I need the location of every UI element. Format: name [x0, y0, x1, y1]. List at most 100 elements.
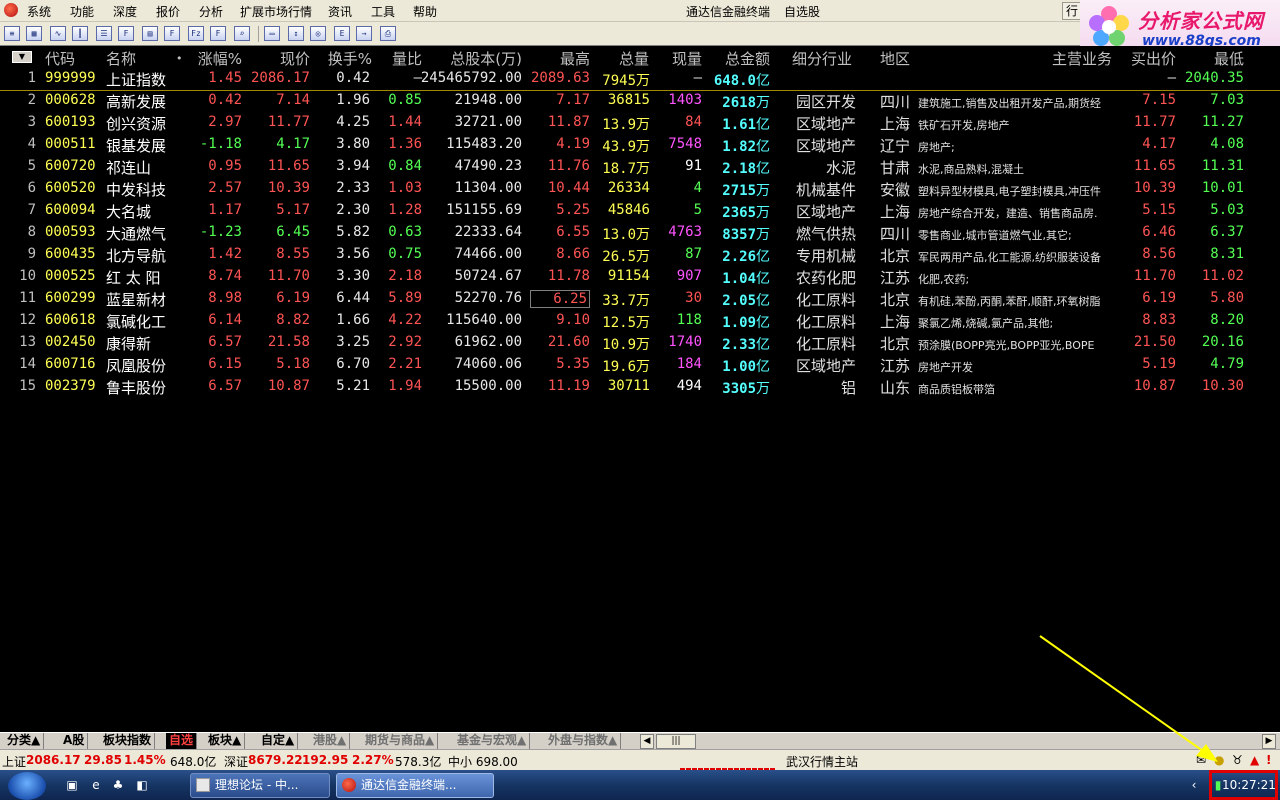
total-volume: 12.5万 [598, 312, 650, 332]
sort-icon[interactable]: ↕ [288, 26, 304, 41]
table-row[interactable]: 12 600618 氯碱化工 6.14 8.82 1.66 4.22 115640.00 9.1… [0, 310, 1280, 332]
app-quicklaunch-icon[interactable]: ♣ [110, 777, 126, 793]
candle-icon[interactable]: ┃ [72, 26, 88, 41]
turnover-rate: 6.70 [336, 356, 370, 372]
ie-browser-icon[interactable]: e [88, 777, 104, 793]
total-amount-value: 2365 [722, 205, 756, 221]
current-volume: 1403 [668, 92, 702, 108]
table-row[interactable]: 1 999999 上证指数 1.45 2086.17 0.42—245465792.00 2… [0, 68, 1280, 90]
menu-depth[interactable]: 深度 [113, 3, 137, 20]
f10-icon[interactable]: F [164, 26, 180, 41]
table-row[interactable]: 4 000511 银基发展 -1.18 4.17 3.80 1.36 115483.20 4.1… [0, 134, 1280, 156]
print-icon[interactable]: ⎙ [380, 26, 396, 41]
col-high[interactable]: 最高 [540, 48, 590, 69]
industry: 机械基件 [795, 181, 856, 199]
col-current-volume[interactable]: 现量 [660, 48, 702, 69]
menu-analysis[interactable]: 分析 [199, 3, 223, 20]
line-chart-icon[interactable]: ∿ [50, 26, 66, 41]
list-icon[interactable]: ≡ [4, 26, 20, 41]
col-industry[interactable]: 细分行业 [792, 48, 852, 69]
alert-icon[interactable]: ▲ [1250, 753, 1259, 767]
menu-quote[interactable]: 报价 [156, 3, 180, 20]
fiz-icon[interactable]: Fz [188, 26, 204, 41]
col-low[interactable]: 最低 [1190, 48, 1244, 69]
menu-system[interactable]: 系统 [27, 3, 51, 20]
start-button[interactable] [8, 772, 46, 800]
col-volume-ratio[interactable]: 量比 [380, 48, 422, 69]
lock-icon[interactable]: ● [1214, 753, 1224, 767]
export-icon[interactable]: → [356, 26, 372, 41]
tab-sector[interactable]: 板块▲ [205, 733, 246, 749]
table-row[interactable]: 13 002450 康得新 6.57 21.58 3.25 2.92 61962.00 21.6… [0, 332, 1280, 354]
col-region[interactable]: 地区 [880, 48, 910, 69]
menu-extended-market[interactable]: 扩展市场行情 [240, 3, 312, 20]
warning-icon[interactable]: ! [1266, 753, 1271, 767]
scroll-right-button[interactable]: ▶ [1262, 734, 1276, 749]
doc-icon[interactable]: ▤ [142, 26, 158, 41]
table-row[interactable]: 6 600520 中发科技 2.57 10.39 2.33 1.03 11304.00 10.4… [0, 178, 1280, 200]
table-row[interactable]: 15 002379 鲁丰股份 6.57 10.87 5.21 1.94 15500.00 11.… [0, 376, 1280, 398]
task-forum[interactable]: 理想论坛 - 中... [190, 773, 330, 798]
sort-toggle-button[interactable]: ▼ [12, 51, 32, 63]
total-amount-unit: 万 [756, 95, 770, 111]
server-name[interactable]: 武汉行情主站 [786, 753, 858, 770]
total-shares: 52270.76 [454, 290, 522, 306]
grid-icon[interactable]: ▦ [26, 26, 42, 41]
col-amount[interactable]: 总金额 [710, 48, 770, 69]
folder-icon[interactable]: ▭ [264, 26, 280, 41]
menu-tools[interactable]: 工具 [371, 3, 395, 20]
col-price[interactable]: 现价 [258, 48, 310, 69]
stock-code: 600435 [45, 246, 96, 262]
tab-funds-macro[interactable]: 基金与宏观▲ [454, 733, 531, 749]
tab-foreign-indices[interactable]: 外盘与指数▲ [545, 733, 622, 749]
quicklaunch-icon[interactable]: ◧ [134, 777, 150, 793]
table-row[interactable]: 2 000628 高新发展 0.42 7.14 1.96 0.85 21948.00 7.17 3… [0, 90, 1280, 112]
table-row[interactable]: 14 600716 凤凰股份 6.15 5.18 6.70 2.21 74060.06 5.35… [0, 354, 1280, 376]
tab-a-shares[interactable]: A股 [60, 733, 89, 749]
table-row[interactable]: 5 600720 祁连山 0.95 11.65 3.94 0.84 47490.23 11.76… [0, 156, 1280, 178]
table-row[interactable]: 8 000593 大通燃气 -1.23 6.45 5.82 0.63 22333.64 6.55… [0, 222, 1280, 244]
menu-news[interactable]: 资讯 [328, 3, 352, 20]
table-row[interactable]: 7 600094 大名城 1.17 5.17 2.30 1.28 151155.69 5.25 4… [0, 200, 1280, 222]
col-turnover[interactable]: 换手% [320, 48, 372, 69]
system-clock[interactable]: 10:27:21 [1222, 778, 1276, 792]
report-icon[interactable]: ☰ [96, 26, 112, 41]
fio-icon[interactable]: F [118, 26, 134, 41]
table-row[interactable]: 11 600299 蓝星新材 8.98 6.19 6.44 5.89 52270.76 6.25… [0, 288, 1280, 310]
table-row[interactable]: 9 600435 北方导航 1.42 8.55 3.56 0.75 74466.00 8.66 2… [0, 244, 1280, 266]
mail-icon[interactable]: ✉ [1196, 753, 1206, 767]
tab-watchlist[interactable]: 自选 [166, 733, 198, 749]
table-row[interactable]: 3 600193 创兴资源 2.97 11.77 4.25 1.44 32721.00 11.8… [0, 112, 1280, 134]
col-total-volume[interactable]: 总量 [605, 48, 649, 69]
table-row[interactable]: 10 000525 红 太 阳 8.74 11.70 3.30 2.18 50724.67 11… [0, 266, 1280, 288]
signal-icon[interactable]: ♉ [1232, 753, 1243, 767]
filter-icon[interactable]: ◎ [310, 26, 326, 41]
eft-icon[interactable]: E [334, 26, 350, 41]
day-low: 10.30 [1201, 378, 1244, 394]
sh-change-value: 29.85 [84, 753, 122, 767]
status-bar: 上证 2086.17 29.85 1.45% 648.0亿 深证 8679.22… [0, 749, 1280, 771]
col-code[interactable]: 代码 [45, 48, 75, 69]
menu-function[interactable]: 功能 [70, 3, 94, 20]
tab-hk-stocks[interactable]: 港股▲ [310, 733, 351, 749]
zoom-icon[interactable]: ⌕ [234, 26, 250, 41]
f-icon[interactable]: F [210, 26, 226, 41]
tab-futures-commodities[interactable]: 期货与商品▲ [362, 733, 439, 749]
total-volume-unit: 万 [636, 161, 650, 177]
tab-category[interactable]: 分类▲ [4, 733, 45, 749]
task-tdx-terminal[interactable]: 通达信金融终端... [336, 773, 494, 798]
row-index: 6 [27, 180, 36, 196]
col-name[interactable]: 名称 [106, 48, 136, 69]
stock-name: 凤凰股份 [106, 357, 167, 375]
scroll-left-button[interactable]: ◀ [640, 734, 654, 749]
scroll-thumb[interactable]: ||| [656, 734, 696, 749]
show-desktop-icon[interactable]: ▣ [64, 777, 80, 793]
tab-custom[interactable]: 自定▲ [258, 733, 299, 749]
menu-help[interactable]: 帮助 [413, 3, 437, 20]
col-bid[interactable]: 买出价 [1120, 48, 1176, 69]
col-business[interactable]: 主营业务 [1052, 48, 1112, 69]
col-change-pct[interactable]: 涨幅% [186, 48, 242, 69]
col-total-shares[interactable]: 总股本(万) [432, 48, 522, 69]
tab-sector-index[interactable]: 板块指数 [100, 733, 156, 749]
tray-expand-icon[interactable]: ‹ [1186, 777, 1202, 793]
